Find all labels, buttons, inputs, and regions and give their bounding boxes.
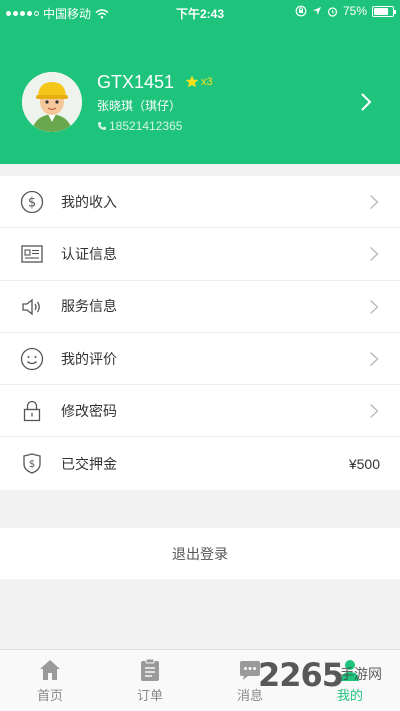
- menu-item-label: 认证信息: [61, 245, 117, 262]
- phone-icon: [98, 122, 106, 130]
- chevron-right-icon: [370, 404, 379, 419]
- menu-item-deposit[interactable]: $ 已交押金 ¥500: [0, 437, 400, 489]
- menu-item-label: 修改密码: [61, 402, 117, 419]
- rotation-lock-icon: [295, 5, 307, 17]
- chevron-right-icon: [370, 351, 379, 366]
- username: GTX1451: [97, 72, 175, 92]
- profile-header[interactable]: 中国移动 下午2:43 75% GTX1451 x3 张晓琪（琪仔） 18521…: [0, 0, 400, 164]
- menu-item-change-password[interactable]: 修改密码: [0, 385, 400, 438]
- phone-row: 18521412365: [97, 119, 182, 133]
- tab-label: 订单: [136, 688, 163, 703]
- chevron-right-icon[interactable]: [360, 92, 372, 112]
- logout-button[interactable]: 退出登录: [0, 528, 400, 579]
- alarm-icon: [327, 6, 338, 17]
- deposit-shield-icon: $: [23, 453, 41, 475]
- menu-item-reviews[interactable]: 我的评价: [0, 333, 400, 386]
- id-card-icon: [21, 245, 43, 263]
- settings-menu: $ 我的收入 认证信息 服务信息 我的评价 修改密码 $ 已交押金 ¥500: [0, 176, 400, 490]
- deposit-amount: ¥500: [348, 455, 380, 472]
- real-name: 张晓琪（琪仔）: [97, 99, 182, 113]
- home-icon: [40, 660, 60, 680]
- phone-number: 18521412365: [109, 119, 183, 133]
- watermark-suffix: 手游网: [340, 666, 382, 682]
- lock-icon: [23, 401, 41, 422]
- star-icon: [185, 75, 199, 88]
- speaker-icon: [22, 298, 40, 315]
- menu-item-label: 服务信息: [61, 298, 117, 315]
- menu-item-income[interactable]: $ 我的收入: [0, 176, 400, 229]
- tab-orders[interactable]: 订单: [100, 650, 200, 711]
- watermark-logo: 2265: [258, 656, 344, 694]
- location-arrow-icon: [312, 7, 321, 15]
- svg-text:$: $: [29, 459, 35, 470]
- menu-item-label: 已交押金: [61, 455, 117, 472]
- chevron-right-icon: [370, 247, 379, 262]
- chevron-right-icon: [370, 299, 379, 314]
- avatar[interactable]: [22, 72, 82, 132]
- clipboard-icon: [141, 658, 159, 681]
- dollar-circle-icon: $: [20, 190, 44, 214]
- tab-home[interactable]: 首页: [0, 650, 100, 711]
- tab-label: 首页: [36, 688, 63, 703]
- status-bar: 中国移动 下午2:43 75%: [0, 0, 400, 24]
- menu-item-service[interactable]: 服务信息: [0, 281, 400, 333]
- star-count: x3: [201, 75, 213, 88]
- menu-item-certification[interactable]: 认证信息: [0, 228, 400, 281]
- menu-item-label: 我的收入: [61, 193, 117, 210]
- battery-percent: 75%: [342, 4, 367, 18]
- menu-item-label: 我的评价: [61, 350, 117, 367]
- rating-badge: x3: [185, 75, 213, 88]
- chevron-right-icon: [370, 194, 379, 210]
- smile-icon: [20, 347, 44, 371]
- svg-text:$: $: [28, 196, 36, 211]
- battery-icon: [372, 5, 396, 17]
